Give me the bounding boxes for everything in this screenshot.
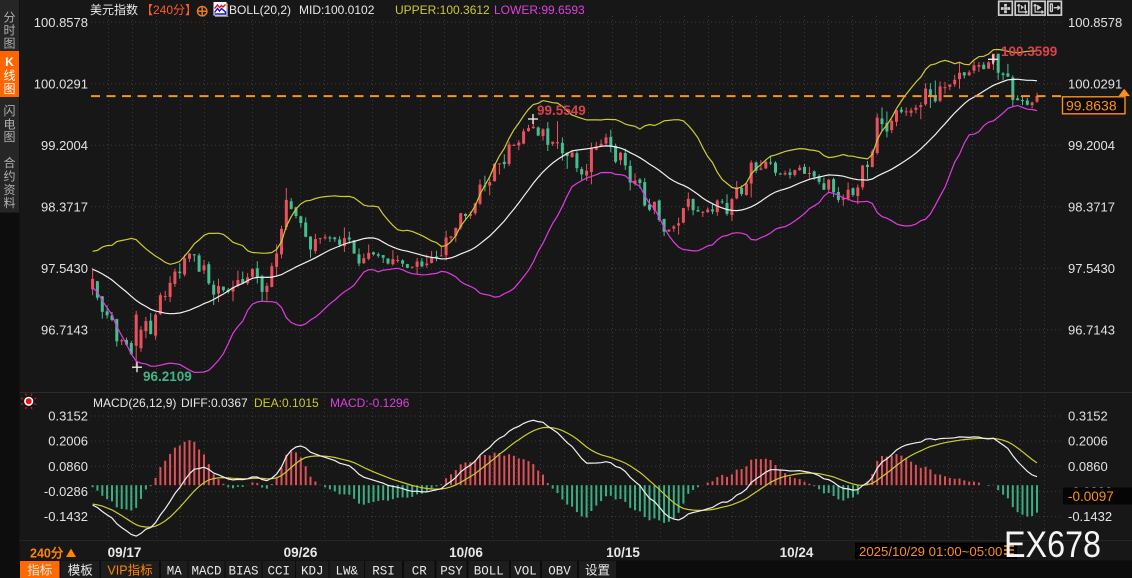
svg-text:MA: MA — [167, 565, 183, 578]
svg-text:LOWER:99.6593: LOWER:99.6593 — [494, 3, 585, 17]
svg-text:99.2004: 99.2004 — [1068, 138, 1115, 153]
svg-text:0.3152: 0.3152 — [48, 409, 88, 424]
svg-text:图: 图 — [3, 36, 15, 50]
svg-text:96.7143: 96.7143 — [1068, 322, 1115, 337]
svg-text:DEA:0.1015: DEA:0.1015 — [254, 396, 319, 410]
svg-text:K: K — [5, 55, 14, 69]
svg-text:0.2006: 0.2006 — [48, 434, 88, 449]
svg-text:0.0860: 0.0860 — [1068, 459, 1108, 474]
svg-text:OBV: OBV — [548, 565, 571, 578]
svg-text:0.3152: 0.3152 — [1068, 409, 1108, 424]
svg-text:VOL: VOL — [514, 565, 537, 578]
svg-text:MACD(26,12,9): MACD(26,12,9) — [93, 396, 176, 410]
svg-text:-0.0097: -0.0097 — [1068, 489, 1114, 504]
svg-text:-0.1432: -0.1432 — [44, 509, 88, 524]
svg-text:PSY: PSY — [440, 565, 463, 578]
svg-text:0.0860: 0.0860 — [48, 459, 88, 474]
svg-text:240分: 240分 — [30, 546, 64, 561]
svg-text:合: 合 — [3, 155, 15, 170]
svg-text:100.0291: 100.0291 — [34, 76, 88, 91]
svg-text:BIAS: BIAS — [228, 565, 258, 578]
svg-text:09/26: 09/26 — [284, 545, 318, 560]
svg-text:10/24: 10/24 — [780, 545, 814, 560]
svg-text:BOLL: BOLL — [474, 565, 504, 578]
svg-text:99.8638: 99.8638 — [1066, 97, 1117, 113]
svg-text:分: 分 — [3, 10, 15, 24]
svg-text:图: 图 — [3, 82, 15, 96]
svg-text:RSI: RSI — [372, 565, 395, 578]
svg-text:DIFF:0.0367: DIFF:0.0367 — [181, 396, 248, 410]
svg-text:MID:100.0102: MID:100.0102 — [299, 3, 375, 17]
svg-text:-0.1432: -0.1432 — [1068, 509, 1112, 524]
svg-text:图: 图 — [3, 130, 15, 144]
svg-text:MACD:-0.1296: MACD:-0.1296 — [330, 396, 410, 410]
svg-text:约: 约 — [3, 168, 15, 183]
svg-text:99.2004: 99.2004 — [41, 138, 88, 153]
svg-text:-0.0286: -0.0286 — [44, 484, 88, 499]
svg-text:CCI: CCI — [268, 565, 291, 578]
svg-text:EX678: EX678 — [1004, 524, 1101, 565]
svg-text:96.2109: 96.2109 — [143, 369, 192, 384]
svg-text:【240分】: 【240分】 — [141, 3, 197, 17]
svg-text:10/06: 10/06 — [449, 545, 483, 560]
svg-text:时: 时 — [3, 23, 15, 37]
svg-text:设置: 设置 — [585, 563, 610, 578]
svg-text:96.7143: 96.7143 — [41, 322, 88, 337]
svg-text:VIP指标: VIP指标 — [107, 563, 152, 578]
svg-text:100.8578: 100.8578 — [34, 15, 88, 30]
svg-text:100.8578: 100.8578 — [1068, 15, 1122, 30]
svg-text:98.3717: 98.3717 — [1068, 199, 1115, 214]
svg-text:UPPER:100.3612: UPPER:100.3612 — [395, 3, 490, 17]
svg-text:99.5549: 99.5549 — [537, 103, 586, 118]
svg-text:MACD: MACD — [191, 565, 221, 578]
svg-text:0.2006: 0.2006 — [1068, 434, 1108, 449]
svg-text:模板: 模板 — [68, 564, 94, 578]
svg-text:2025/10/29 01:00~05:00: 2025/10/29 01:00~05:00 — [859, 544, 1002, 559]
svg-text:97.5430: 97.5430 — [41, 261, 88, 276]
svg-text:LW&: LW& — [336, 565, 359, 578]
svg-text:美元指数: 美元指数 — [90, 2, 138, 17]
svg-text:线: 线 — [3, 68, 15, 82]
svg-text:100.0291: 100.0291 — [1068, 76, 1122, 91]
svg-text:资: 资 — [3, 183, 15, 197]
svg-text:97.5430: 97.5430 — [1068, 261, 1115, 276]
svg-text:09/17: 09/17 — [108, 545, 142, 560]
svg-text:BOLL(20,2): BOLL(20,2) — [229, 3, 291, 17]
svg-text:指标: 指标 — [27, 563, 52, 578]
svg-text:KDJ: KDJ — [301, 565, 324, 578]
svg-text:闪: 闪 — [3, 104, 15, 118]
svg-text:CR: CR — [412, 565, 428, 578]
svg-text:100.3599: 100.3599 — [1001, 44, 1057, 59]
svg-text:98.3717: 98.3717 — [41, 199, 88, 214]
svg-text:10/15: 10/15 — [606, 545, 640, 560]
svg-text:料: 料 — [3, 196, 15, 210]
